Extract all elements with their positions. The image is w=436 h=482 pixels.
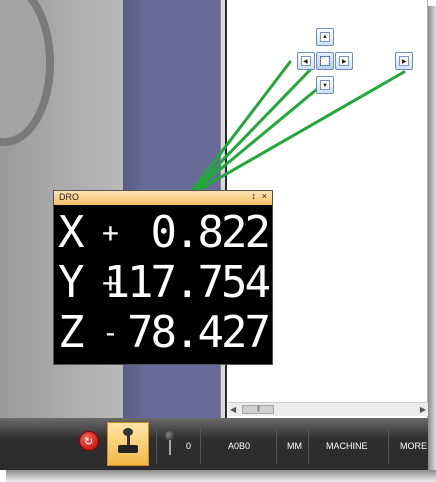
dro-titlebar[interactable]: DRO ↕ ×	[54, 191, 272, 205]
axis-label: Z	[58, 307, 85, 358]
axis-value: 78.427	[127, 307, 271, 358]
stop-icon: ↻	[84, 436, 94, 448]
window-shadow-right	[428, 6, 436, 472]
probe-count: 0	[186, 441, 192, 451]
guide-line-left	[186, 60, 292, 198]
dock-top-icon[interactable]: ▲	[316, 28, 334, 46]
emergency-stop-button[interactable]: ↻	[79, 431, 99, 451]
dock-left-icon[interactable]: ◀	[297, 52, 315, 70]
position-button[interactable]: A0B0	[228, 441, 250, 451]
dro-row-z: Z - 78.427	[54, 309, 272, 357]
guide-line-bottom	[186, 78, 330, 198]
units-button[interactable]: MM	[287, 441, 302, 451]
dro-row-x: X + 0.822	[54, 209, 272, 257]
dock-center-icon[interactable]	[316, 52, 334, 70]
jog-mode-button[interactable]	[107, 422, 149, 466]
coordinate-mode-button[interactable]: MACHINE	[326, 441, 368, 451]
axis-label: X	[58, 207, 85, 258]
more-button[interactable]: MORE	[400, 441, 427, 451]
pin-icon[interactable]: ↕	[252, 191, 257, 201]
axis-value: 117.754	[103, 257, 271, 308]
guide-line-center	[186, 68, 312, 198]
dock-outer-right-icon[interactable]: ▶	[395, 52, 413, 70]
window-shadow-bottom	[6, 470, 436, 482]
axis-value: 0.822	[150, 207, 271, 258]
dock-bottom-icon[interactable]: ▼	[316, 76, 334, 94]
dro-row-y: Y + 117.754	[54, 259, 272, 307]
close-icon[interactable]: ×	[262, 191, 267, 201]
dro-title: DRO	[59, 192, 79, 202]
axis-label: Y	[58, 257, 85, 308]
axis-sign: +	[102, 216, 119, 249]
dock-right-icon[interactable]: ▶	[335, 52, 353, 70]
axis-sign: -	[102, 316, 119, 349]
dro-panel[interactable]: DRO ↕ × X + 0.822 Y + 117.754 Z - 78.427	[53, 190, 273, 365]
status-toolbar: ↻ 0 A0B0 MM MACHINE MORE	[0, 418, 436, 470]
probe-icon[interactable]	[165, 431, 175, 457]
guide-line-right	[186, 70, 406, 198]
